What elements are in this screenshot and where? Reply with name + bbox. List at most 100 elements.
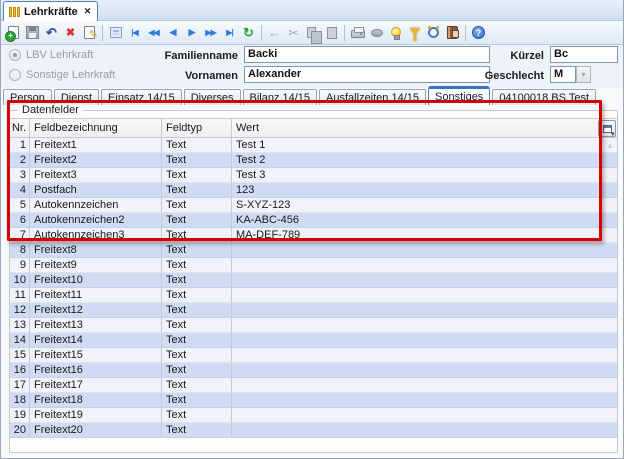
table-cell — [232, 288, 617, 303]
column-picker-button[interactable] — [598, 120, 616, 137]
printer-icon — [351, 30, 365, 38]
table-row[interactable]: 13Freitext13Text — [10, 318, 617, 333]
paste-button[interactable] — [322, 24, 341, 42]
refresh-button[interactable]: ↻ — [239, 24, 258, 42]
nav-fast-forward-button[interactable]: ▶▶ — [201, 24, 220, 42]
tab-person[interactable]: Person — [3, 89, 52, 105]
column-header-feldtyp[interactable]: Feldtyp — [162, 119, 232, 137]
table-cell: Text — [162, 333, 232, 348]
hint-button[interactable] — [386, 24, 405, 42]
table-row[interactable]: 14Freitext14Text — [10, 333, 617, 348]
column-header-wert[interactable]: Wert — [232, 119, 617, 137]
address-book-button[interactable] — [443, 24, 462, 42]
paste-page-icon — [327, 27, 337, 39]
close-tab-icon[interactable]: ✕ — [84, 6, 92, 17]
table-cell: Freitext1 — [30, 138, 162, 153]
table-row[interactable]: 7Autokennzeichen3TextMA-DEF-789 — [10, 228, 617, 243]
nav-fast-back-button[interactable]: ◀◀ — [144, 24, 163, 42]
help-icon: ? — [472, 26, 485, 39]
funnel-icon — [410, 28, 420, 35]
table-row[interactable]: 11Freitext11Text — [10, 288, 617, 303]
table-row[interactable]: 3Freitext3TextTest 3 — [10, 168, 617, 183]
copy-record-button[interactable] — [106, 24, 125, 42]
table-row[interactable]: 4PostfachText123 — [10, 183, 617, 198]
save-button[interactable] — [23, 24, 42, 42]
table-row[interactable]: 9Freitext9Text — [10, 258, 617, 273]
table-row[interactable]: 18Freitext18Text — [10, 393, 617, 408]
reminder-button[interactable] — [424, 24, 443, 42]
tab-ausfallzeiten-14-15[interactable]: Ausfallzeiten 14/15 — [319, 89, 426, 105]
radio-icon — [9, 69, 21, 81]
main-toolbar: ↶ ✖ ✎ |◀ ◀◀ ◀ ▶ ▶▶ ▶| ↻ ← ✂ ? — [1, 21, 624, 45]
nav-first-button[interactable]: |◀ — [125, 24, 144, 42]
radio-lbv-lehrkraft[interactable]: LBV Lehrkraft — [9, 49, 93, 61]
geschlecht-dropdown-button[interactable]: ▾ — [576, 66, 591, 83]
table-cell: 11 — [10, 288, 30, 303]
table-row[interactable]: 5AutokennzeichenTextS-XYZ-123 — [10, 198, 617, 213]
familienname-label: Familienname — [151, 50, 238, 62]
table-row[interactable]: 2Freitext2TextTest 2 — [10, 153, 617, 168]
new-record-button[interactable] — [4, 24, 23, 42]
familienname-field[interactable]: Backi — [244, 46, 490, 63]
table-row[interactable]: 17Freitext17Text — [10, 378, 617, 393]
table-cell: 13 — [10, 318, 30, 333]
table-cell: Autokennzeichen3 — [30, 228, 162, 243]
nav-last-button[interactable]: ▶| — [220, 24, 239, 42]
content-panel: Datenfelder Nr. Feldbezeichnung Feldtyp … — [1, 105, 624, 459]
toolbar-separator — [102, 25, 103, 41]
table-cell: Text — [162, 423, 232, 438]
record-button[interactable] — [367, 24, 386, 42]
column-header-nr[interactable]: Nr. — [10, 119, 30, 137]
table-row[interactable]: 15Freitext15Text — [10, 348, 617, 363]
print-button[interactable] — [348, 24, 367, 42]
back-button[interactable]: ← — [265, 24, 284, 42]
cut-button[interactable]: ✂ — [284, 24, 303, 42]
delete-record-button[interactable]: ✖ — [61, 24, 80, 42]
table-cell: Text — [162, 243, 232, 258]
copy-button[interactable] — [303, 24, 322, 42]
radio-icon — [9, 49, 21, 61]
tab-bilanz-14-15[interactable]: Bilanz 14/15 — [243, 89, 318, 105]
nav-next-button[interactable]: ▶ — [182, 24, 201, 42]
table-row[interactable]: 19Freitext19Text — [10, 408, 617, 423]
chevron-down-icon: ▾ — [581, 70, 585, 79]
table-cell: S-XYZ-123 — [232, 198, 617, 213]
table-row[interactable]: 6Autokennzeichen2TextKA-ABC-456 — [10, 213, 617, 228]
table-cell: Test 1 — [232, 138, 617, 153]
table-row[interactable]: 1Freitext1TextTest 1 — [10, 138, 617, 153]
table-cell: Freitext19 — [30, 408, 162, 423]
filter-button[interactable] — [405, 24, 424, 42]
tab-sonstiges[interactable]: Sonstiges — [428, 86, 490, 105]
lightbulb-icon — [391, 27, 401, 37]
table-row[interactable]: 16Freitext16Text — [10, 363, 617, 378]
table-cell: Text — [162, 183, 232, 198]
geschlecht-field[interactable]: M — [550, 66, 576, 83]
edit-record-button[interactable]: ✎ — [80, 24, 99, 42]
table-row[interactable]: 10Freitext10Text — [10, 273, 617, 288]
vornamen-field[interactable]: Alexander — [244, 66, 490, 83]
table-cell — [232, 363, 617, 378]
column-header-feldbezeichnung[interactable]: Feldbezeichnung — [30, 119, 162, 137]
tab-dienst[interactable]: Dienst — [54, 89, 99, 105]
tab-diverses[interactable]: Diverses — [184, 89, 241, 105]
table-row[interactable]: 8Freitext8Text — [10, 243, 617, 258]
radio-sonstige-lehrkraft[interactable]: Sonstige Lehrkraft — [9, 69, 115, 81]
help-button[interactable]: ? — [469, 24, 488, 42]
table-cell: 7 — [10, 228, 30, 243]
tab-einsatz-14-15[interactable]: Einsatz 14/15 — [101, 89, 182, 105]
kuerzel-field[interactable]: Bc — [550, 46, 618, 63]
table-cell — [232, 273, 617, 288]
scroll-up-icon[interactable]: ▲ — [606, 141, 614, 150]
nav-previous-button[interactable]: ◀ — [163, 24, 182, 42]
undo-button[interactable]: ↶ — [42, 24, 61, 42]
table-row[interactable]: 20Freitext20Text — [10, 423, 617, 438]
table-cell — [232, 348, 617, 363]
table-cell: Freitext20 — [30, 423, 162, 438]
table-cell: Freitext9 — [30, 258, 162, 273]
table-cell: Test 3 — [232, 168, 617, 183]
tab-04100018-bs-test[interactable]: 04100018 BS Test — [492, 89, 596, 105]
document-tab-lehrkraefte[interactable]: Lehrkräfte ✕ — [3, 1, 98, 21]
table-row[interactable]: 12Freitext12Text — [10, 303, 617, 318]
table-cell: Freitext18 — [30, 393, 162, 408]
table-cell: 12 — [10, 303, 30, 318]
